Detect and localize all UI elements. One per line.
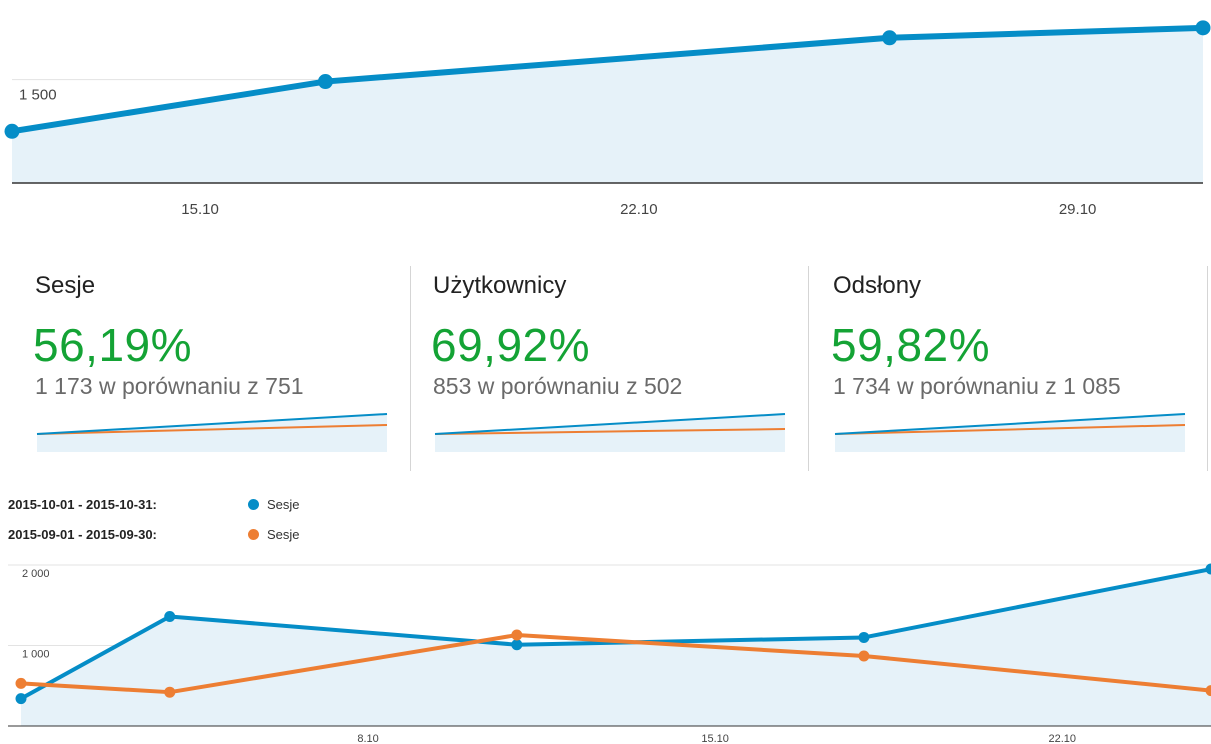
data-point <box>15 677 27 689</box>
data-point <box>858 650 870 662</box>
data-point <box>1195 20 1211 36</box>
data-point <box>164 611 176 623</box>
metric-users[interactable]: Użytkownicy 69,92% 853 w porównaniu z 50… <box>431 258 833 470</box>
legend-dot-icon <box>248 499 259 510</box>
legend-series-label: Sesje <box>267 527 300 542</box>
x-tick-label: 22.10 <box>1048 733 1076 744</box>
metric-comparison: 853 w porównaniu z 502 <box>433 373 683 399</box>
data-point <box>317 74 333 90</box>
metric-sparkline <box>36 413 388 452</box>
legend-date-range: 2015-10-01 - 2015-10-31: <box>8 497 157 512</box>
metric-title: Odsłony <box>833 272 922 299</box>
metric-divider <box>410 266 411 471</box>
legend-series: Sesje <box>248 497 300 512</box>
metric-sparkline <box>834 413 1186 452</box>
x-tick-label: 29.10 <box>1059 201 1097 218</box>
legend-dot-icon <box>248 529 259 540</box>
metric-sessions[interactable]: Sesje 56,19% 1 173 w porównaniu z 751 <box>33 258 435 470</box>
data-point <box>882 30 898 46</box>
data-point <box>15 693 27 705</box>
legend-row-previous[interactable]: 2015-09-01 - 2015-09-30: Sesje <box>8 527 300 542</box>
data-point <box>858 631 870 643</box>
y-tick-label: 2 000 <box>22 568 50 580</box>
metric-pageviews[interactable]: Odsłony 59,82% 1 734 w porównaniu z 1 08… <box>831 258 1211 470</box>
metric-comparison: 1 173 w porównaniu z 751 <box>35 373 304 399</box>
metric-sparkline <box>434 413 786 452</box>
legend-date-range: 2015-09-01 - 2015-09-30: <box>8 527 157 542</box>
y-tick-label: 1 500 <box>19 87 57 104</box>
data-point <box>511 639 523 651</box>
top-sessions-chart: 1 500 15.10 22.10 29.10 <box>4 20 1211 218</box>
metric-comparison: 1 734 w porównaniu z 1 085 <box>833 373 1121 399</box>
metric-percent-change: 56,19% <box>33 319 193 371</box>
data-point <box>164 686 176 698</box>
x-tick-label: 8.10 <box>357 733 378 744</box>
metric-percent-change: 69,92% <box>431 319 591 371</box>
series-area-fill <box>21 569 1211 726</box>
comparison-sessions-chart: 1 000 2 000 8.10 15.10 22.10 <box>8 563 1211 744</box>
data-point <box>4 123 20 139</box>
metric-title: Sesje <box>35 272 96 299</box>
metric-title: Użytkownicy <box>433 272 567 299</box>
x-tick-label: 15.10 <box>181 201 219 218</box>
data-point <box>511 629 523 641</box>
legend-series-label: Sesje <box>267 497 300 512</box>
metric-divider <box>808 266 809 471</box>
metric-divider <box>1207 266 1208 471</box>
legend-series: Sesje <box>248 527 300 542</box>
y-tick-label: 1 000 <box>22 649 50 661</box>
x-tick-label: 22.10 <box>620 201 658 218</box>
legend-row-current[interactable]: 2015-10-01 - 2015-10-31: Sesje <box>8 497 300 512</box>
metric-percent-change: 59,82% <box>831 319 991 371</box>
x-tick-label: 15.10 <box>701 733 729 744</box>
